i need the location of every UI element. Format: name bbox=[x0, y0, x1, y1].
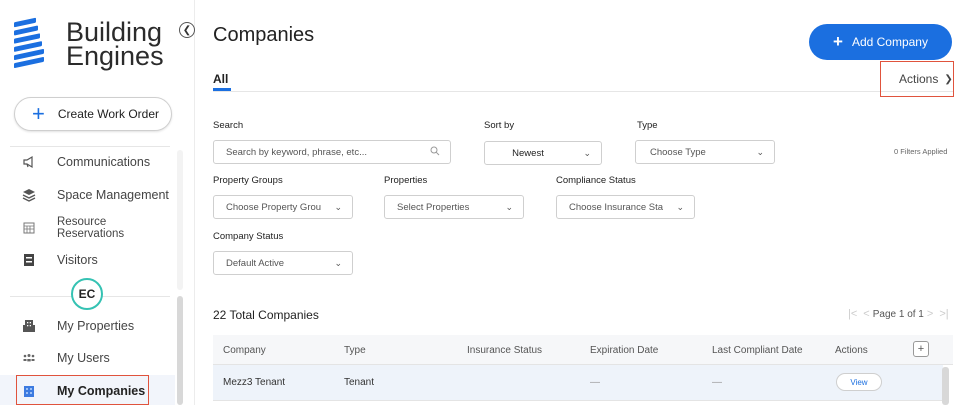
building-icon bbox=[22, 319, 36, 333]
page-indicator: Page 1 of 1 bbox=[872, 308, 924, 320]
pagination: |< < Page 1 of 1 > >| bbox=[845, 308, 952, 320]
compliance-status-select[interactable]: Choose Insurance Sta ⌄ bbox=[556, 195, 695, 219]
sidebar: Building Engines + Create Work Order Com… bbox=[0, 0, 195, 405]
column-header-insurance-status[interactable]: Insurance Status bbox=[467, 345, 542, 356]
type-label: Type bbox=[637, 120, 658, 131]
table-header: Company Type Insurance Status Expiration… bbox=[213, 335, 953, 365]
megaphone-icon bbox=[22, 155, 36, 169]
plus-icon: + bbox=[833, 32, 843, 51]
user-avatar[interactable]: EC bbox=[71, 278, 103, 310]
column-header-last-compliant-date[interactable]: Last Compliant Date bbox=[712, 345, 803, 356]
plus-icon: + bbox=[32, 101, 45, 126]
page-title: Companies bbox=[213, 24, 315, 46]
sidebar-item-space-management[interactable]: Space Management bbox=[22, 188, 169, 202]
search-input[interactable]: Search by keyword, phrase, etc... bbox=[213, 140, 451, 164]
cell-type: Tenant bbox=[344, 377, 375, 388]
add-column-button[interactable]: + bbox=[913, 341, 929, 357]
table-scrollbar[interactable] bbox=[942, 367, 949, 405]
chevron-down-icon: ❯ bbox=[944, 73, 953, 85]
users-icon bbox=[22, 351, 36, 365]
sort-label: Sort by bbox=[484, 120, 515, 131]
column-header-actions: Actions bbox=[835, 345, 868, 356]
layers-icon bbox=[22, 188, 36, 202]
chevron-left-icon: ❮ bbox=[182, 24, 192, 36]
highlight-annotation-box bbox=[16, 375, 149, 405]
sidebar-item-communications[interactable]: Communications bbox=[22, 155, 150, 169]
sidebar-scrollbar[interactable] bbox=[177, 296, 183, 405]
brand-logo[interactable]: Building Engines bbox=[14, 14, 174, 74]
calendar-icon bbox=[22, 221, 36, 235]
chevron-down-icon: ⌄ bbox=[334, 258, 342, 268]
main-content: Companies + Add Company All Actions ❯ Se… bbox=[195, 0, 955, 405]
column-header-type[interactable]: Type bbox=[344, 345, 366, 356]
chevron-down-icon: ⌄ bbox=[583, 148, 591, 158]
filters-applied-count: 0 Filters Applied bbox=[894, 147, 948, 156]
table-row[interactable]: Mezz3 Tenant Tenant — — View bbox=[213, 365, 943, 401]
prev-page-icon[interactable]: < bbox=[863, 308, 869, 320]
sidebar-item-my-properties[interactable]: My Properties bbox=[22, 319, 134, 333]
sidebar-item-visitors[interactable]: Visitors bbox=[22, 253, 98, 267]
sidebar-scroll-track[interactable] bbox=[177, 150, 183, 290]
sidebar-item-resource-reservations[interactable]: Resource Reservations bbox=[22, 216, 124, 240]
property-groups-select[interactable]: Choose Property Grou ⌄ bbox=[213, 195, 353, 219]
badge-icon bbox=[22, 253, 36, 267]
building-engines-logo-icon bbox=[14, 17, 44, 70]
properties-select[interactable]: Select Properties ⌄ bbox=[384, 195, 524, 219]
search-icon bbox=[430, 146, 440, 159]
chevron-down-icon: ⌄ bbox=[676, 202, 684, 212]
cell-expiration-date: — bbox=[590, 377, 600, 388]
create-work-order-button[interactable]: + Create Work Order bbox=[14, 97, 172, 131]
brand-wordmark: Building Engines bbox=[66, 17, 164, 71]
add-company-button[interactable]: + Add Company bbox=[809, 24, 952, 60]
tab-all[interactable]: All bbox=[213, 72, 228, 86]
first-page-icon[interactable]: |< bbox=[848, 308, 857, 320]
company-status-select[interactable]: Default Active ⌄ bbox=[213, 251, 353, 275]
chevron-down-icon: ⌄ bbox=[334, 202, 342, 212]
company-status-label: Company Status bbox=[213, 231, 284, 242]
cell-last-compliant-date: — bbox=[712, 377, 722, 388]
chevron-down-icon: ⌄ bbox=[756, 147, 764, 157]
tabs-divider bbox=[213, 91, 953, 92]
next-page-icon[interactable]: > bbox=[927, 308, 933, 320]
column-header-expiration-date[interactable]: Expiration Date bbox=[590, 345, 658, 356]
collapse-sidebar-button[interactable]: ❮ bbox=[179, 22, 195, 38]
properties-label: Properties bbox=[384, 175, 428, 186]
total-companies-count: 22 Total Companies bbox=[213, 308, 319, 322]
sort-select[interactable]: Newest ⌄ bbox=[484, 141, 602, 165]
actions-dropdown[interactable]: Actions ❯ bbox=[880, 61, 954, 97]
column-header-company[interactable]: Company bbox=[223, 345, 266, 356]
cell-company: Mezz3 Tenant bbox=[223, 377, 286, 388]
type-select[interactable]: Choose Type ⌄ bbox=[635, 140, 775, 164]
sidebar-item-my-users[interactable]: My Users bbox=[22, 351, 110, 365]
view-button[interactable]: View bbox=[836, 373, 882, 391]
chevron-down-icon: ⌄ bbox=[505, 202, 513, 212]
last-page-icon[interactable]: >| bbox=[939, 308, 948, 320]
property-groups-label: Property Groups bbox=[213, 175, 283, 186]
compliance-status-label: Compliance Status bbox=[556, 175, 636, 186]
search-label: Search bbox=[213, 120, 244, 131]
sidebar-divider bbox=[10, 146, 170, 147]
